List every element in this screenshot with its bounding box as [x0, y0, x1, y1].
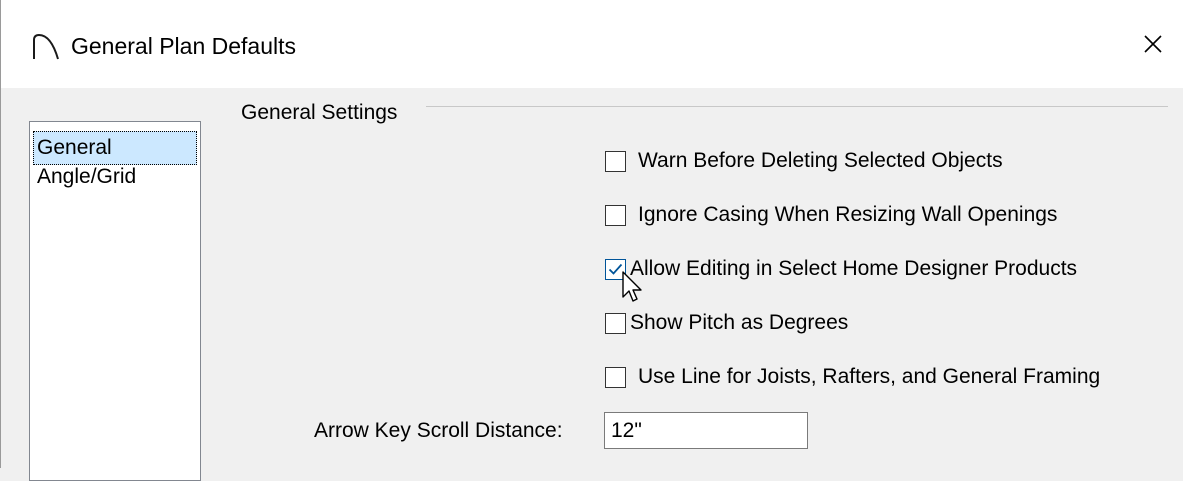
scroll-distance-input[interactable] [604, 412, 808, 449]
general-settings-group-label: General Settings [241, 101, 398, 124]
general-plan-defaults-dialog: General Plan Defaults General Angle/Grid… [0, 0, 1183, 481]
group-divider [426, 106, 1168, 107]
roof-arc-icon [31, 32, 61, 60]
ignore-casing-checkbox[interactable] [605, 204, 626, 226]
close-icon [1143, 34, 1163, 59]
scroll-distance-label: Arrow Key Scroll Distance: [314, 419, 563, 442]
checkbox-label: Use Line for Joists, Rafters, and Genera… [638, 365, 1101, 388]
category-list[interactable]: General Angle/Grid [29, 121, 201, 481]
show-pitch-degrees-option[interactable]: Show Pitch as Degrees [605, 307, 848, 339]
title-bar: General Plan Defaults [1, 0, 1183, 88]
warn-before-deleting-checkbox[interactable] [605, 150, 626, 172]
checkbox-label: Allow Editing in Select Home Designer Pr… [630, 257, 1078, 280]
allow-editing-option[interactable]: Allow Editing in Select Home Designer Pr… [605, 253, 1077, 285]
window-title: General Plan Defaults [71, 33, 297, 59]
ignore-casing-option[interactable]: Ignore Casing When Resizing Wall Opening… [605, 199, 1057, 231]
use-line-framing-checkbox[interactable] [605, 366, 626, 388]
warn-before-deleting-option[interactable]: Warn Before Deleting Selected Objects [605, 145, 1003, 177]
use-line-framing-option[interactable]: Use Line for Joists, Rafters, and Genera… [605, 361, 1100, 393]
checkbox-label: Warn Before Deleting Selected Objects [638, 149, 1003, 172]
allow-editing-checkbox[interactable] [605, 258, 626, 280]
show-pitch-degrees-checkbox[interactable] [605, 312, 626, 334]
checkbox-label: Show Pitch as Degrees [630, 311, 849, 334]
nav-item-angle-grid[interactable]: Angle/Grid [33, 160, 197, 194]
checkmark-icon [608, 263, 623, 275]
checkbox-label: Ignore Casing When Resizing Wall Opening… [638, 203, 1058, 226]
close-button[interactable] [1131, 24, 1175, 68]
